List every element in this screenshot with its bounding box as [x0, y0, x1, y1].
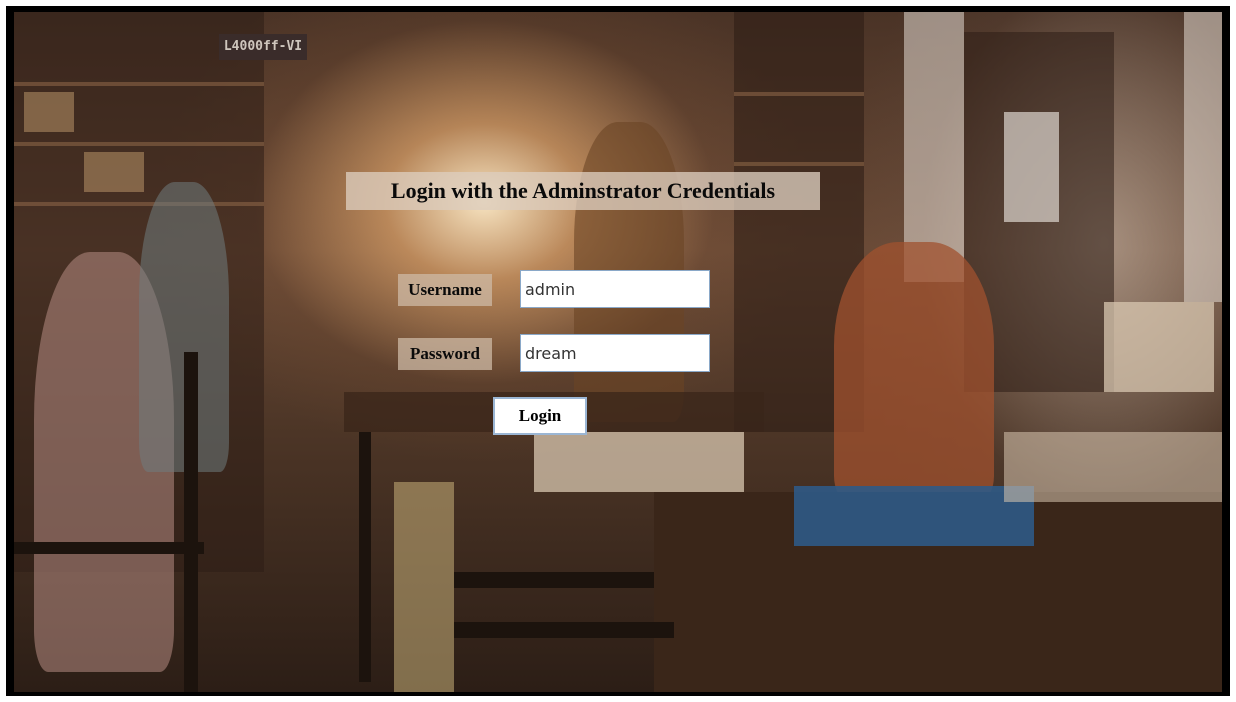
chair-frame — [14, 542, 204, 554]
password-label: Password — [398, 338, 492, 370]
shelf-line — [14, 142, 264, 146]
person-writing — [834, 242, 994, 502]
login-button[interactable]: Login — [493, 397, 587, 435]
chair-frame — [184, 352, 198, 692]
paper-pile — [1104, 302, 1214, 392]
shelf-line — [734, 162, 864, 166]
shelf-line — [14, 82, 264, 86]
chair-back — [394, 482, 454, 692]
office-background-image: L4000ff-VI Login with the Adminstrator C… — [14, 12, 1222, 692]
chair-frame — [454, 572, 654, 588]
paper-bundle — [1004, 112, 1059, 222]
shelf-line — [734, 92, 864, 96]
chair-frame — [359, 432, 371, 682]
window-light — [1184, 12, 1222, 302]
chair-frame — [454, 622, 674, 638]
file-stack — [534, 432, 744, 492]
wall-sign: L4000ff-VI — [219, 34, 307, 60]
password-input[interactable] — [520, 334, 710, 372]
binder-stack — [84, 152, 144, 192]
heading-banner: Login with the Adminstrator Credentials — [346, 172, 820, 210]
shelf-line — [14, 202, 264, 206]
window-frame: L4000ff-VI Login with the Adminstrator C… — [6, 6, 1230, 696]
paper-pile — [1004, 432, 1222, 502]
binder-stack — [24, 92, 74, 132]
page-title: Login with the Adminstrator Credentials — [390, 178, 776, 203]
username-label: Username — [398, 274, 492, 306]
blue-folders — [794, 486, 1034, 546]
username-input[interactable] — [520, 270, 710, 308]
